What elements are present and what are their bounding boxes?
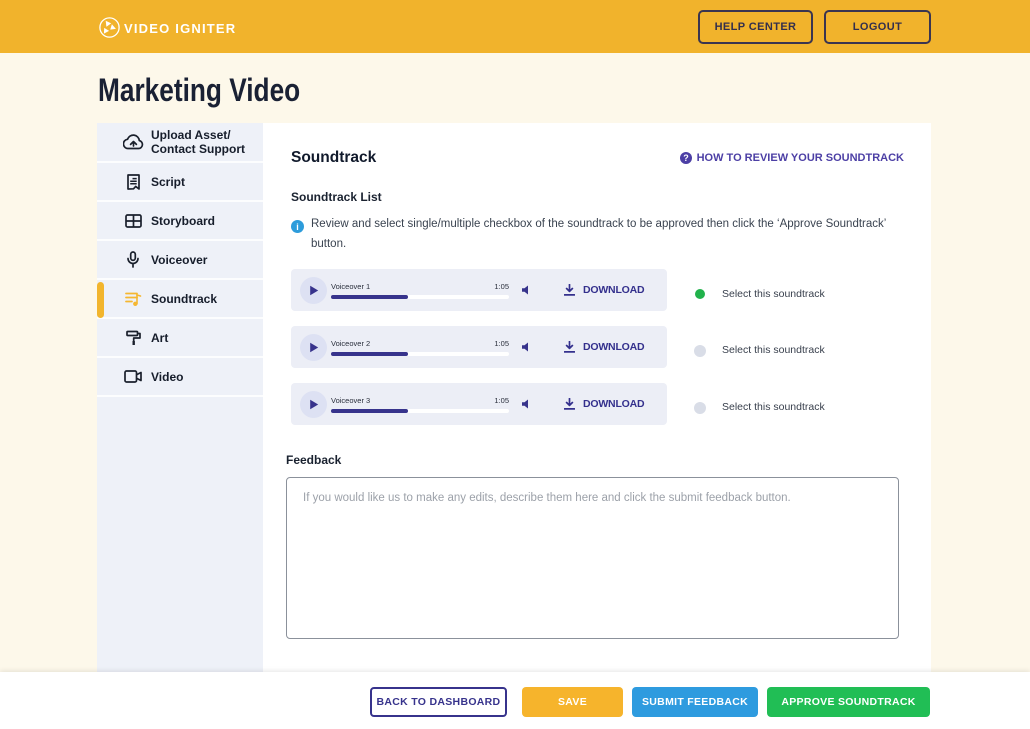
svg-text:?: ? bbox=[683, 153, 689, 163]
svg-text:i: i bbox=[296, 222, 299, 232]
